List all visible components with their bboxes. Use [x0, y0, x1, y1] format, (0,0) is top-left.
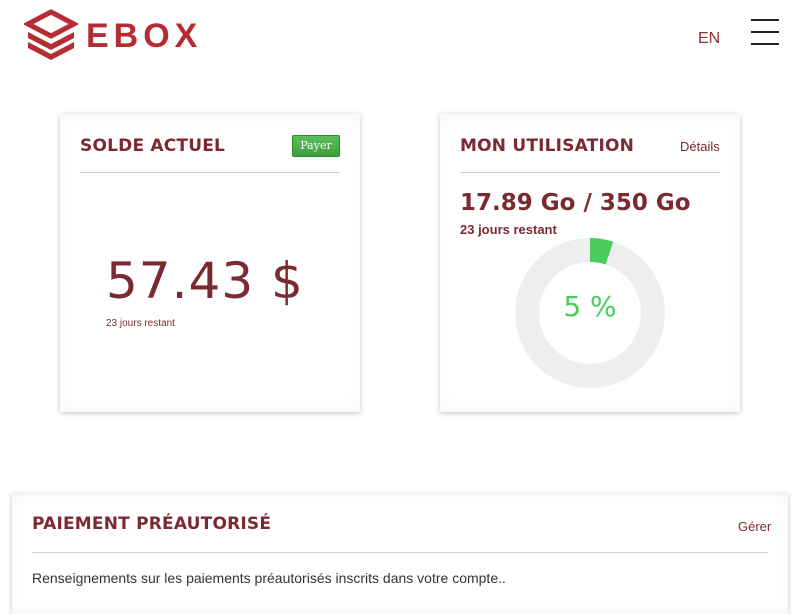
language-switch[interactable]: EN	[698, 30, 720, 48]
balance-days-left: 23 jours restant	[106, 318, 175, 329]
divider	[32, 552, 768, 553]
usage-card: MON UTILISATION Détails 17.89 Go / 350 G…	[440, 114, 740, 412]
manage-link[interactable]: Gérer	[738, 519, 771, 534]
hamburger-menu-icon[interactable]	[751, 18, 779, 46]
menu-bar	[751, 43, 779, 45]
menu-bar	[751, 19, 779, 21]
header: EBOX EN	[0, 0, 800, 80]
ebox-logo-icon	[24, 9, 78, 60]
ebox-logo[interactable]: EBOX	[24, 8, 202, 64]
usage-percent: 5 %	[563, 290, 617, 323]
balance-title: SOLDE ACTUEL	[80, 136, 226, 156]
autopay-card: PAIEMENT PRÉAUTORISÉ Gérer Renseignement…	[12, 494, 788, 614]
usage-amount: 17.89 Go / 350 Go	[460, 190, 691, 216]
divider	[80, 172, 340, 173]
menu-bar	[751, 31, 779, 33]
details-link[interactable]: Détails	[680, 139, 720, 154]
usage-title: MON UTILISATION	[460, 136, 635, 156]
balance-card: SOLDE ACTUEL Payer 57.43 $ 23 jours rest…	[60, 114, 360, 412]
autopay-title: PAIEMENT PRÉAUTORISÉ	[32, 514, 272, 534]
divider	[460, 172, 720, 173]
autopay-description: Renseignements sur les paiements préauto…	[32, 570, 506, 586]
pay-button[interactable]: Payer	[292, 135, 340, 157]
balance-amount: 57.43 $	[106, 252, 304, 310]
usage-days-left: 23 jours restant	[460, 222, 557, 237]
brand-name: EBOX	[86, 17, 203, 55]
